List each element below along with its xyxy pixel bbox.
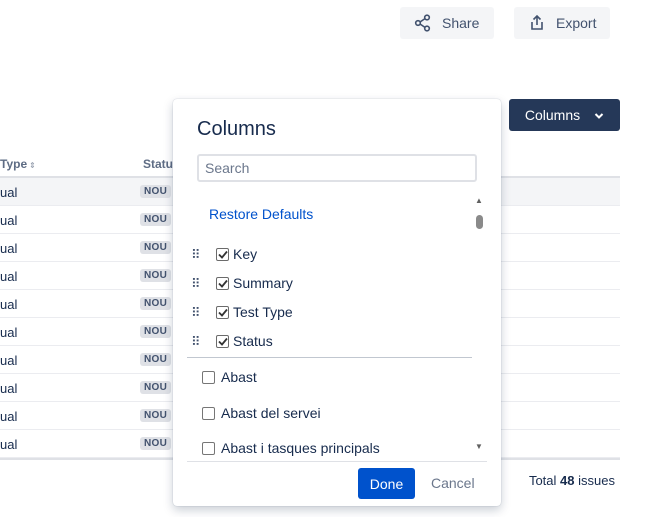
drag-handle-icon[interactable]: ⠿ xyxy=(191,277,205,290)
status-badge: NOU xyxy=(140,213,172,226)
total-suffix: issues xyxy=(578,473,615,488)
export-button[interactable]: Export xyxy=(514,7,610,39)
selected-column-test-type[interactable]: ⠿ Test Type xyxy=(191,301,293,323)
drag-handle-icon[interactable]: ⠿ xyxy=(191,248,205,261)
checkbox-checked[interactable] xyxy=(216,276,229,290)
status-badge: NOU xyxy=(140,353,172,366)
total-count: 48 xyxy=(560,473,575,488)
scroll-up-arrow-icon[interactable]: ▲ xyxy=(474,196,484,205)
column-header-type[interactable]: Type ⇕ xyxy=(0,157,36,171)
status-badge: NOU xyxy=(140,185,172,198)
drag-handle-icon[interactable]: ⠿ xyxy=(191,335,205,348)
selected-column-status[interactable]: ⠿ Status xyxy=(191,330,273,352)
columns-button-label: Columns xyxy=(524,107,581,123)
column-label: Status xyxy=(233,333,273,349)
checkbox-unchecked[interactable] xyxy=(202,370,215,384)
sort-icon: ⇕ xyxy=(29,161,36,170)
status-badge: NOU xyxy=(140,269,172,282)
checkbox-checked[interactable] xyxy=(216,305,229,319)
checkbox-checked[interactable] xyxy=(216,334,229,348)
column-label: Test Type xyxy=(233,304,293,320)
type-cell: ual xyxy=(0,269,18,284)
column-option-abast-i-tasques-principals[interactable]: Abast i tasques principals xyxy=(202,437,380,459)
selected-column-summary[interactable]: ⠿ Summary xyxy=(191,272,293,294)
type-cell: ual xyxy=(0,241,18,256)
cancel-button[interactable]: Cancel xyxy=(431,475,475,491)
total-prefix: Total xyxy=(528,473,557,488)
restore-defaults-link[interactable]: Restore Defaults xyxy=(209,206,313,222)
type-cell: ual xyxy=(0,297,18,312)
status-badge: NOU xyxy=(140,325,172,338)
share-button[interactable]: Share xyxy=(400,7,494,39)
column-label: Abast xyxy=(221,369,257,385)
column-option-abast[interactable]: Abast xyxy=(202,366,257,388)
chevron-down-icon xyxy=(594,107,604,123)
checkbox-unchecked[interactable] xyxy=(202,441,215,455)
search-input[interactable] xyxy=(197,154,477,182)
checkbox-checked[interactable] xyxy=(216,247,229,261)
status-badge: NOU xyxy=(140,437,172,450)
column-option-abast-del-servei[interactable]: Abast del servei xyxy=(202,402,321,424)
done-button[interactable]: Done xyxy=(358,468,415,499)
selected-column-key[interactable]: ⠿ Key xyxy=(191,243,257,265)
selected-divider xyxy=(187,357,472,358)
columns-button[interactable]: Columns xyxy=(509,99,620,131)
scroll-down-arrow-icon[interactable]: ▼ xyxy=(474,442,484,451)
column-label: Key xyxy=(233,246,258,262)
columns-popup: Columns Restore Defaults ⠿ Key ⠿ Summary… xyxy=(173,99,501,506)
drag-handle-icon[interactable]: ⠿ xyxy=(191,306,205,319)
popup-footer-divider xyxy=(187,461,487,462)
popup-title: Columns xyxy=(197,118,276,140)
column-label: Abast i tasques principals xyxy=(221,440,380,456)
column-header-type-label: Type xyxy=(0,157,28,171)
type-cell: ual xyxy=(0,381,18,396)
export-label: Export xyxy=(556,15,597,31)
column-label: Abast del servei xyxy=(221,405,321,421)
share-label: Share xyxy=(442,15,480,31)
type-cell: ual xyxy=(0,409,18,424)
share-icon xyxy=(414,14,432,32)
type-cell: ual xyxy=(0,213,18,228)
checkbox-unchecked[interactable] xyxy=(202,406,215,420)
type-cell: ual xyxy=(0,325,18,340)
issue-total: Total 48 issues xyxy=(529,473,615,488)
status-badge: NOU xyxy=(140,297,172,310)
status-badge: NOU xyxy=(140,409,172,422)
scrollbar-thumb[interactable] xyxy=(476,215,483,229)
status-badge: NOU xyxy=(140,381,172,394)
type-cell: ual xyxy=(0,437,18,452)
column-label: Summary xyxy=(233,275,293,291)
type-cell: ual xyxy=(0,185,18,200)
export-icon xyxy=(528,14,546,32)
type-cell: ual xyxy=(0,353,18,368)
status-badge: NOU xyxy=(140,241,172,254)
